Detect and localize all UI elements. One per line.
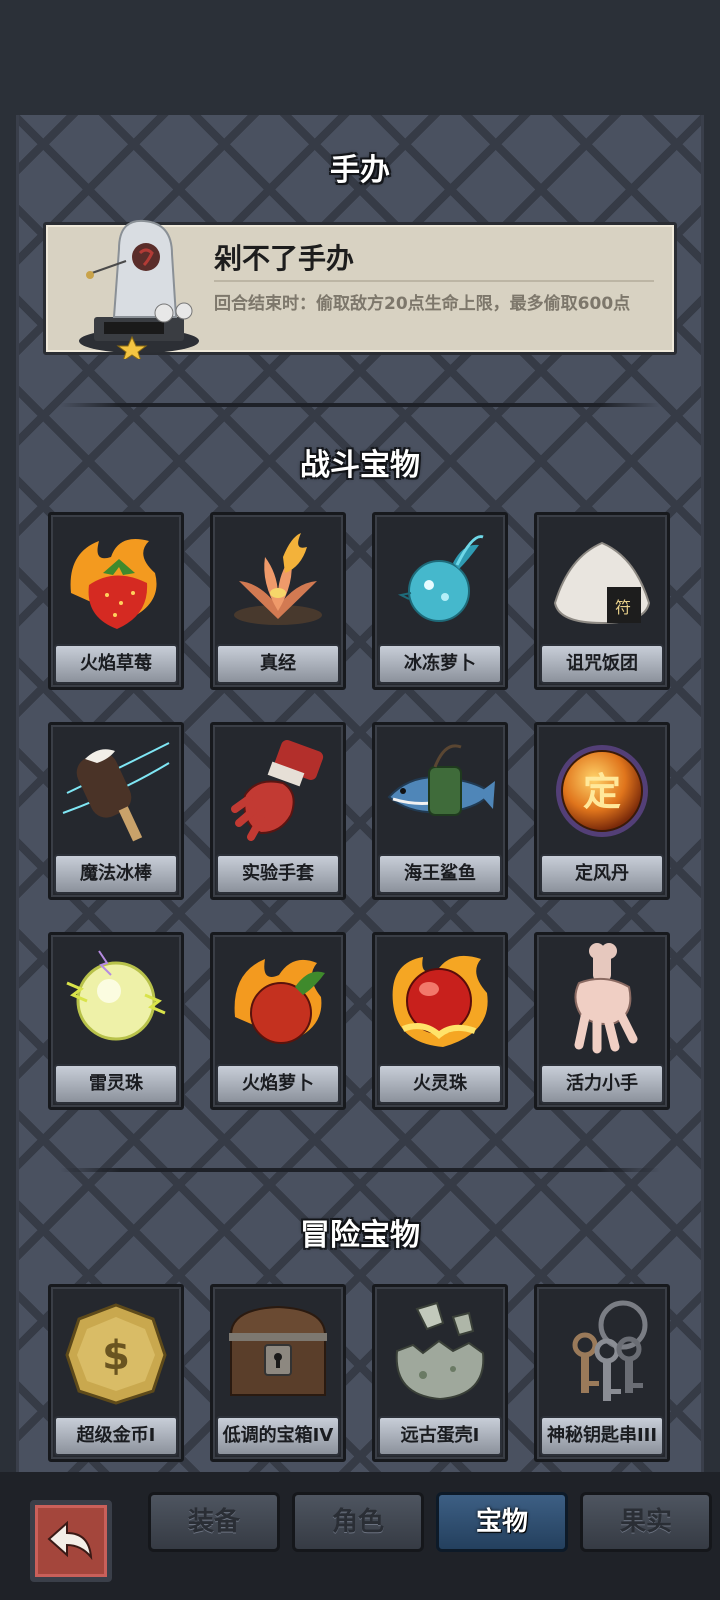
fire-orb-icon bbox=[392, 955, 488, 1047]
eggshell-icon bbox=[395, 1301, 485, 1401]
item-label: 火灵珠 bbox=[378, 1064, 502, 1104]
adventure-section-title: 冒险宝物 bbox=[300, 1218, 420, 1253]
item-label: 定风丹 bbox=[540, 854, 664, 894]
figure-card[interactable]: 剁不了手办 回合结束时：偷取敌方20点生命上限，最多偷取600点 bbox=[43, 219, 677, 359]
back-arrow-icon bbox=[47, 1520, 93, 1561]
section-divider bbox=[60, 1168, 660, 1172]
item-card-treasure-chest[interactable]: 低调的宝箱IV bbox=[210, 1284, 346, 1462]
item-card-gold-coin[interactable]: $ 超级金币I bbox=[48, 1284, 184, 1462]
shark-icon bbox=[387, 744, 495, 816]
glove-icon bbox=[231, 740, 324, 841]
treasure-chest-icon bbox=[229, 1305, 327, 1396]
item-card-lotus[interactable]: 真经 bbox=[210, 512, 346, 690]
item-label: 远古蛋壳I bbox=[378, 1416, 502, 1456]
item-card-flame-strawberry[interactable]: 火焰草莓 bbox=[48, 512, 184, 690]
tab-fruit[interactable]: 果实 bbox=[580, 1492, 712, 1552]
item-label: 海王鲨鱼 bbox=[378, 854, 502, 894]
item-card-flame-radish[interactable]: 火焰萝卜 bbox=[210, 932, 346, 1110]
item-card-thunder-orb[interactable]: 雷灵珠 bbox=[48, 932, 184, 1110]
item-card-keys[interactable]: 神秘钥匙串III bbox=[534, 1284, 670, 1462]
item-card-eggshell[interactable]: 远古蛋壳I bbox=[372, 1284, 508, 1462]
thunder-orb-icon bbox=[66, 950, 166, 1041]
item-card-fire-orb[interactable]: 火灵珠 bbox=[372, 932, 508, 1110]
flame-radish-icon bbox=[234, 959, 325, 1044]
item-label: 火焰草莓 bbox=[54, 644, 178, 684]
figure-section-title: 手办 bbox=[330, 153, 390, 188]
item-card-glove[interactable]: 实验手套 bbox=[210, 722, 346, 900]
item-label: 诅咒饭团 bbox=[540, 644, 664, 684]
figure-name: 剁不了手办 bbox=[214, 242, 355, 275]
item-label: 真经 bbox=[216, 644, 340, 684]
tab-equipment[interactable]: 装备 bbox=[148, 1492, 280, 1552]
combat-section-title: 战斗宝物 bbox=[300, 448, 420, 483]
item-label: 火焰萝卜 bbox=[216, 1064, 340, 1104]
item-label: 神秘钥匙串III bbox=[540, 1416, 664, 1456]
section-divider bbox=[60, 403, 660, 407]
item-card-ice-pop[interactable]: 魔法冰棒 bbox=[48, 722, 184, 900]
svg-text:$: $ bbox=[102, 1333, 130, 1379]
figure-divider bbox=[214, 280, 654, 282]
item-label: 魔法冰棒 bbox=[54, 854, 178, 894]
figure-statue-icon bbox=[79, 219, 199, 359]
item-card-wind-orb[interactable]: 定 定风丹 bbox=[534, 722, 670, 900]
item-label: 冰冻萝卜 bbox=[378, 644, 502, 684]
orb-glyph: 定 bbox=[583, 770, 621, 814]
gold-coin-icon: $ bbox=[65, 1303, 167, 1405]
orb-icon: 定 bbox=[556, 745, 648, 837]
item-card-shark[interactable]: 海王鲨鱼 bbox=[372, 722, 508, 900]
keys-icon bbox=[572, 1300, 648, 1401]
item-label: 雷灵珠 bbox=[54, 1064, 178, 1104]
figure-description: 回合结束时：偷取敌方20点生命上限，最多偷取600点 bbox=[214, 294, 631, 314]
tab-character[interactable]: 角色 bbox=[292, 1492, 424, 1552]
svg-text:符: 符 bbox=[615, 598, 631, 617]
ice-pop-icon bbox=[62, 742, 170, 842]
item-card-rice-ball[interactable]: 符 诅咒饭团 bbox=[534, 512, 670, 690]
back-button[interactable] bbox=[30, 1500, 112, 1582]
item-label: 低调的宝箱IV bbox=[216, 1416, 340, 1456]
lotus-icon bbox=[234, 533, 322, 625]
frozen-radish-icon bbox=[397, 535, 484, 622]
item-label: 活力小手 bbox=[540, 1064, 664, 1104]
item-card-hand[interactable]: 活力小手 bbox=[534, 932, 670, 1110]
item-label: 实验手套 bbox=[216, 854, 340, 894]
rice-ball-icon: 符 bbox=[553, 541, 651, 625]
flame-strawberry-icon bbox=[70, 539, 157, 629]
hand-icon bbox=[574, 943, 638, 1054]
top-bar bbox=[0, 0, 720, 115]
tab-treasure[interactable]: 宝物 bbox=[436, 1492, 568, 1552]
item-card-frozen-radish[interactable]: 冰冻萝卜 bbox=[372, 512, 508, 690]
item-label: 超级金币I bbox=[54, 1416, 178, 1456]
